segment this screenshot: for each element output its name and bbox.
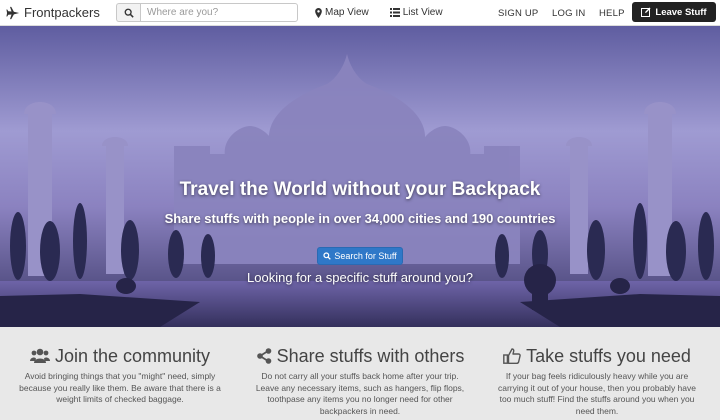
feature-description: Do not carry all your stuffs back home a… [255, 371, 465, 416]
feature-join-community: Join the community Avoid bringing things… [8, 345, 232, 406]
feature-title: Share stuffs with others [276, 345, 465, 366]
feature-take-stuffs: Take stuffs you need If your bag feels r… [485, 345, 709, 417]
signup-link[interactable]: SIGN UP [498, 8, 538, 19]
navbar: Frontpackers Map View List View SIGN UP … [0, 0, 720, 26]
edit-icon [641, 7, 651, 17]
feature-title: Join the community [54, 345, 211, 366]
leave-stuff-button[interactable]: Leave Stuff [632, 2, 716, 22]
search-group [116, 3, 298, 22]
brand-name: Frontpackers [24, 5, 100, 20]
map-view-link[interactable]: Map View [315, 7, 369, 18]
search-icon [323, 252, 332, 260]
search-button[interactable] [116, 3, 140, 22]
hero-banner: Travel the World without your Backpack S… [0, 26, 720, 327]
users-icon [29, 348, 50, 363]
list-view-link[interactable]: List View [389, 7, 443, 18]
feature-share-stuffs: Share stuffs with others Do not carry al… [248, 345, 472, 417]
help-link[interactable]: HELP [599, 8, 625, 19]
map-view-label: Map View [325, 7, 369, 18]
airplane-icon [6, 6, 20, 19]
feature-heading: Share stuffs with others [248, 345, 472, 367]
map-marker-icon [315, 7, 322, 18]
search-for-stuff-label: Search for Stuff [334, 251, 397, 261]
login-link[interactable]: LOG IN [552, 8, 585, 19]
hero-title: Travel the World without your Backpack [179, 179, 541, 200]
feature-title: Take stuffs you need [526, 345, 691, 366]
leave-stuff-label: Leave Stuff [655, 6, 707, 18]
feature-heading: Join the community [8, 345, 232, 367]
feature-description: Avoid bringing things that you "might" n… [19, 371, 221, 404]
location-search-input[interactable] [140, 3, 298, 22]
feature-description: If your bag feels ridiculously heavy whi… [498, 371, 696, 416]
thumbs-up-icon [503, 348, 521, 364]
list-icon [389, 8, 400, 17]
share-icon [256, 348, 271, 364]
list-view-label: List View [402, 7, 443, 18]
hero-subtitle: Share stuffs with people in over 34,000 … [164, 211, 556, 226]
feature-heading: Take stuffs you need [485, 345, 709, 367]
features-section: Join the community Avoid bringing things… [0, 327, 720, 420]
brand-logo[interactable]: Frontpackers [6, 5, 110, 20]
search-icon [124, 8, 134, 18]
search-for-stuff-button[interactable]: Search for Stuff [317, 247, 403, 265]
hero-question: Looking for a specific stuff around you? [247, 270, 473, 285]
